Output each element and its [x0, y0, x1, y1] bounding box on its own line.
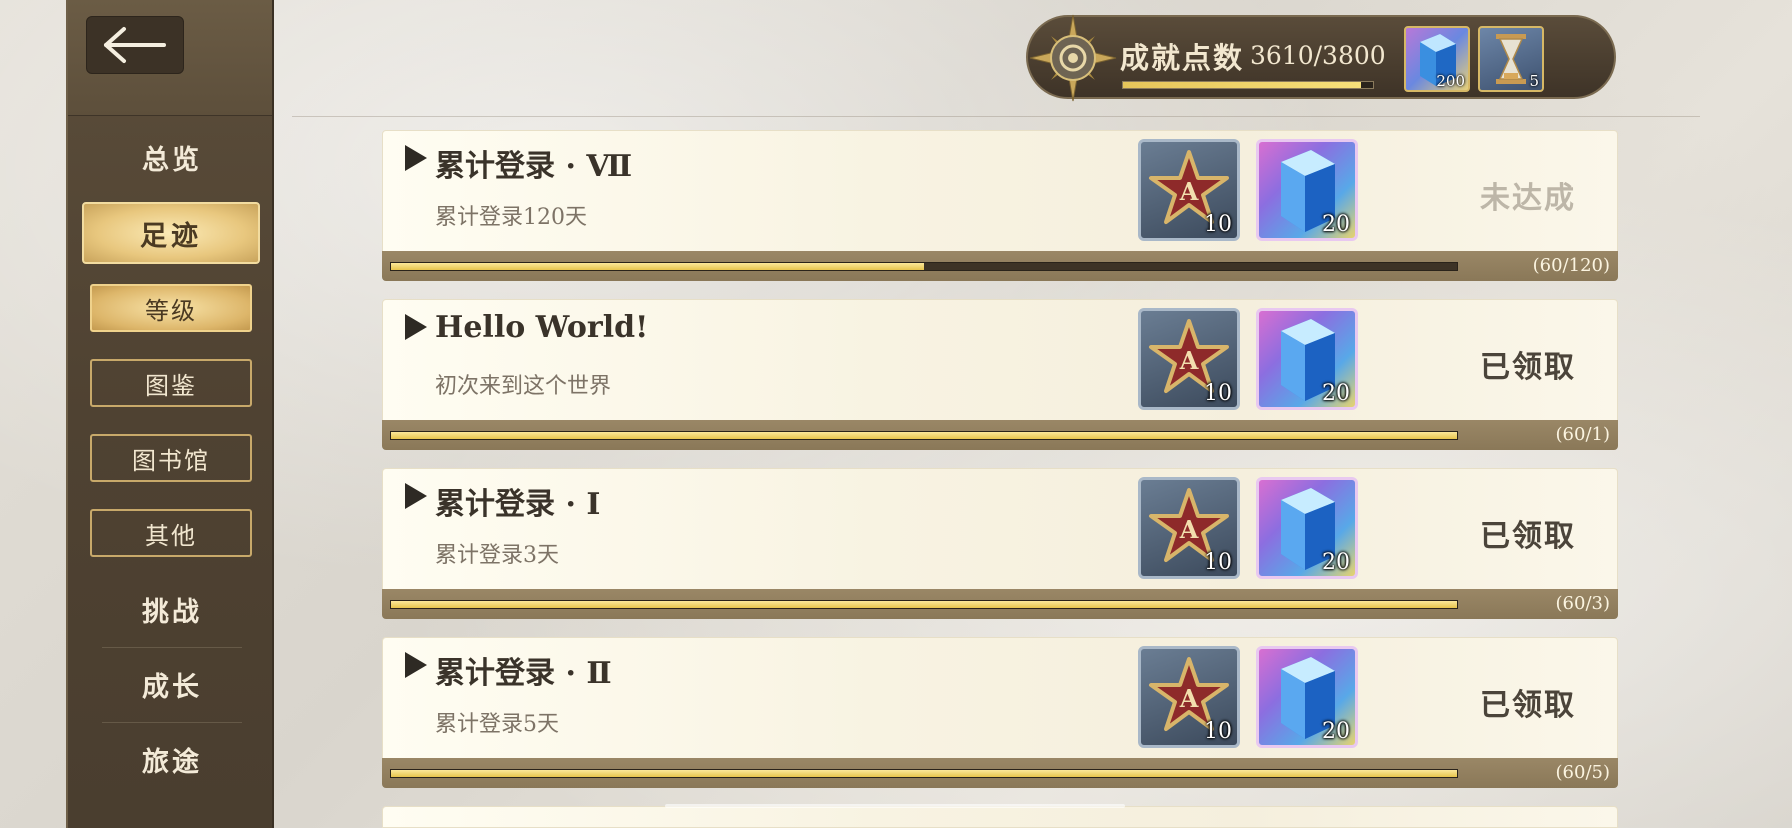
- achievement-card-partial: [382, 806, 1618, 828]
- achievement-status[interactable]: 已领取: [1443, 511, 1613, 555]
- sidebar-header: [68, 0, 272, 116]
- sidebar: 总览 足迹 等级 图鉴 图书馆 其他 挑战 成长 旅途: [66, 0, 274, 828]
- reward-star-badge[interactable]: A 10: [1138, 139, 1240, 241]
- points-progress-fill: [1123, 82, 1361, 88]
- crystal-count: 200: [1436, 72, 1465, 90]
- expand-triangle-icon[interactable]: [405, 314, 427, 340]
- achievement-card-body[interactable]: 累计登录 · Ⅰ 累计登录3天 A 10 20 已领取: [382, 468, 1618, 590]
- nav-divider: [102, 722, 242, 723]
- achievement-status[interactable]: 已领取: [1443, 342, 1613, 386]
- nav-growth[interactable]: 成长: [68, 665, 276, 704]
- sub-tab-codex[interactable]: 图鉴: [90, 359, 252, 407]
- compass-emblem-icon: [1029, 14, 1117, 102]
- points-value: 3610/3800: [1250, 41, 1386, 70]
- achievement-status[interactable]: 未达成: [1443, 173, 1613, 217]
- reward-star-badge[interactable]: A 10: [1138, 477, 1240, 579]
- nav-journey[interactable]: 旅途: [68, 740, 276, 779]
- achievement-progress-fill: [391, 601, 1457, 608]
- achievement-card: 累计登录 · Ⅰ 累计登录3天 A 10 20 已领取 (60/3): [382, 468, 1618, 622]
- reward-quantity: 20: [1322, 381, 1350, 406]
- expand-triangle-icon[interactable]: [405, 483, 427, 509]
- achievement-progress-bar: [390, 262, 1458, 271]
- achievement-title: 累计登录 · Ⅶ: [435, 149, 633, 184]
- achievement-progress-fill: [391, 770, 1457, 777]
- achievement-description: 初次来到这个世界: [435, 374, 612, 399]
- achievement-title: Hello World!: [435, 310, 649, 345]
- reward-quantity: 10: [1204, 550, 1232, 575]
- achievement-card: 累计登录 · Ⅶ 累计登录120天 A 10 20 未达成 (60/120): [382, 130, 1618, 284]
- achievement-card: Hello World! 初次来到这个世界 A 10 20 已领取 (60/1): [382, 299, 1618, 453]
- reward-quantity: 10: [1204, 381, 1232, 406]
- header-divider: [292, 116, 1700, 117]
- achievement-description: 累计登录120天: [435, 205, 587, 230]
- reward-crystal[interactable]: 20: [1256, 139, 1358, 241]
- back-button[interactable]: [86, 16, 184, 74]
- achievement-points-bar: 成就点数 3610/3800 200 5: [1026, 14, 1616, 102]
- achievement-progress-footer: (60/1): [382, 420, 1618, 450]
- achievement-status[interactable]: 已领取: [1443, 680, 1613, 724]
- sub-tab-other[interactable]: 其他: [90, 509, 252, 557]
- achievement-progress-text: (60/3): [1555, 593, 1610, 614]
- nav-footprints[interactable]: 足迹: [82, 202, 260, 264]
- nav-challenge[interactable]: 挑战: [68, 590, 276, 629]
- achievement-progress-fill: [391, 263, 924, 270]
- reward-quantity: 20: [1322, 550, 1350, 575]
- achievement-progress-footer: (60/5): [382, 758, 1618, 788]
- header-hourglass-item[interactable]: 5: [1478, 26, 1544, 92]
- hourglass-count: 5: [1529, 72, 1539, 90]
- achievement-progress-bar: [390, 431, 1458, 440]
- achievement-card: 累计登录 · Ⅱ 累计登录5天 A 10 20 已领取 (60/5): [382, 637, 1618, 791]
- header-crystal-item[interactable]: 200: [1404, 26, 1470, 92]
- reward-quantity: 10: [1204, 719, 1232, 744]
- achievement-card-body[interactable]: 累计登录 · Ⅱ 累计登录5天 A 10 20 已领取: [382, 637, 1618, 759]
- points-label: 成就点数: [1120, 41, 1245, 75]
- achievement-progress-bar: [390, 600, 1458, 609]
- achievement-title: 累计登录 · Ⅰ: [435, 487, 601, 522]
- achievement-card-body[interactable]: 累计登录 · Ⅶ 累计登录120天 A 10 20 未达成: [382, 130, 1618, 252]
- back-arrow-icon: [104, 27, 166, 63]
- sub-tab-library[interactable]: 图书馆: [90, 434, 252, 482]
- reward-quantity: 20: [1322, 212, 1350, 237]
- reward-quantity: 20: [1322, 719, 1350, 744]
- nav-divider: [102, 647, 242, 648]
- achievement-progress-text: (60/120): [1532, 255, 1610, 276]
- svg-text:A: A: [1179, 515, 1199, 544]
- achievement-card-body: [382, 806, 1618, 828]
- achievement-progress-bar: [390, 769, 1458, 778]
- achievement-progress-text: (60/5): [1555, 762, 1610, 783]
- achievement-description: 累计登录3天: [435, 543, 559, 568]
- sub-tab-level[interactable]: 等级: [90, 284, 252, 332]
- achievement-description: 累计登录5天: [435, 712, 559, 737]
- svg-text:A: A: [1179, 177, 1199, 206]
- reward-crystal[interactable]: 20: [1256, 477, 1358, 579]
- achievement-progress-text: (60/1): [1555, 424, 1610, 445]
- reward-quantity: 10: [1204, 212, 1232, 237]
- reward-star-badge[interactable]: A 10: [1138, 646, 1240, 748]
- svg-text:A: A: [1179, 684, 1199, 713]
- achievement-card-body[interactable]: Hello World! 初次来到这个世界 A 10 20 已领取: [382, 299, 1618, 421]
- svg-text:A: A: [1179, 346, 1199, 375]
- achievement-progress-fill: [391, 432, 1457, 439]
- achievement-progress-footer: (60/120): [382, 251, 1618, 281]
- expand-triangle-icon[interactable]: [405, 652, 427, 678]
- expand-triangle-icon[interactable]: [405, 145, 427, 171]
- achievement-title: 累计登录 · Ⅱ: [435, 656, 612, 691]
- scroll-indicator[interactable]: [665, 804, 1125, 808]
- reward-crystal[interactable]: 20: [1256, 646, 1358, 748]
- achievement-progress-footer: (60/3): [382, 589, 1618, 619]
- reward-star-badge[interactable]: A 10: [1138, 308, 1240, 410]
- points-progress-bar: [1122, 81, 1374, 89]
- nav-overview[interactable]: 总览: [68, 138, 276, 177]
- reward-crystal[interactable]: 20: [1256, 308, 1358, 410]
